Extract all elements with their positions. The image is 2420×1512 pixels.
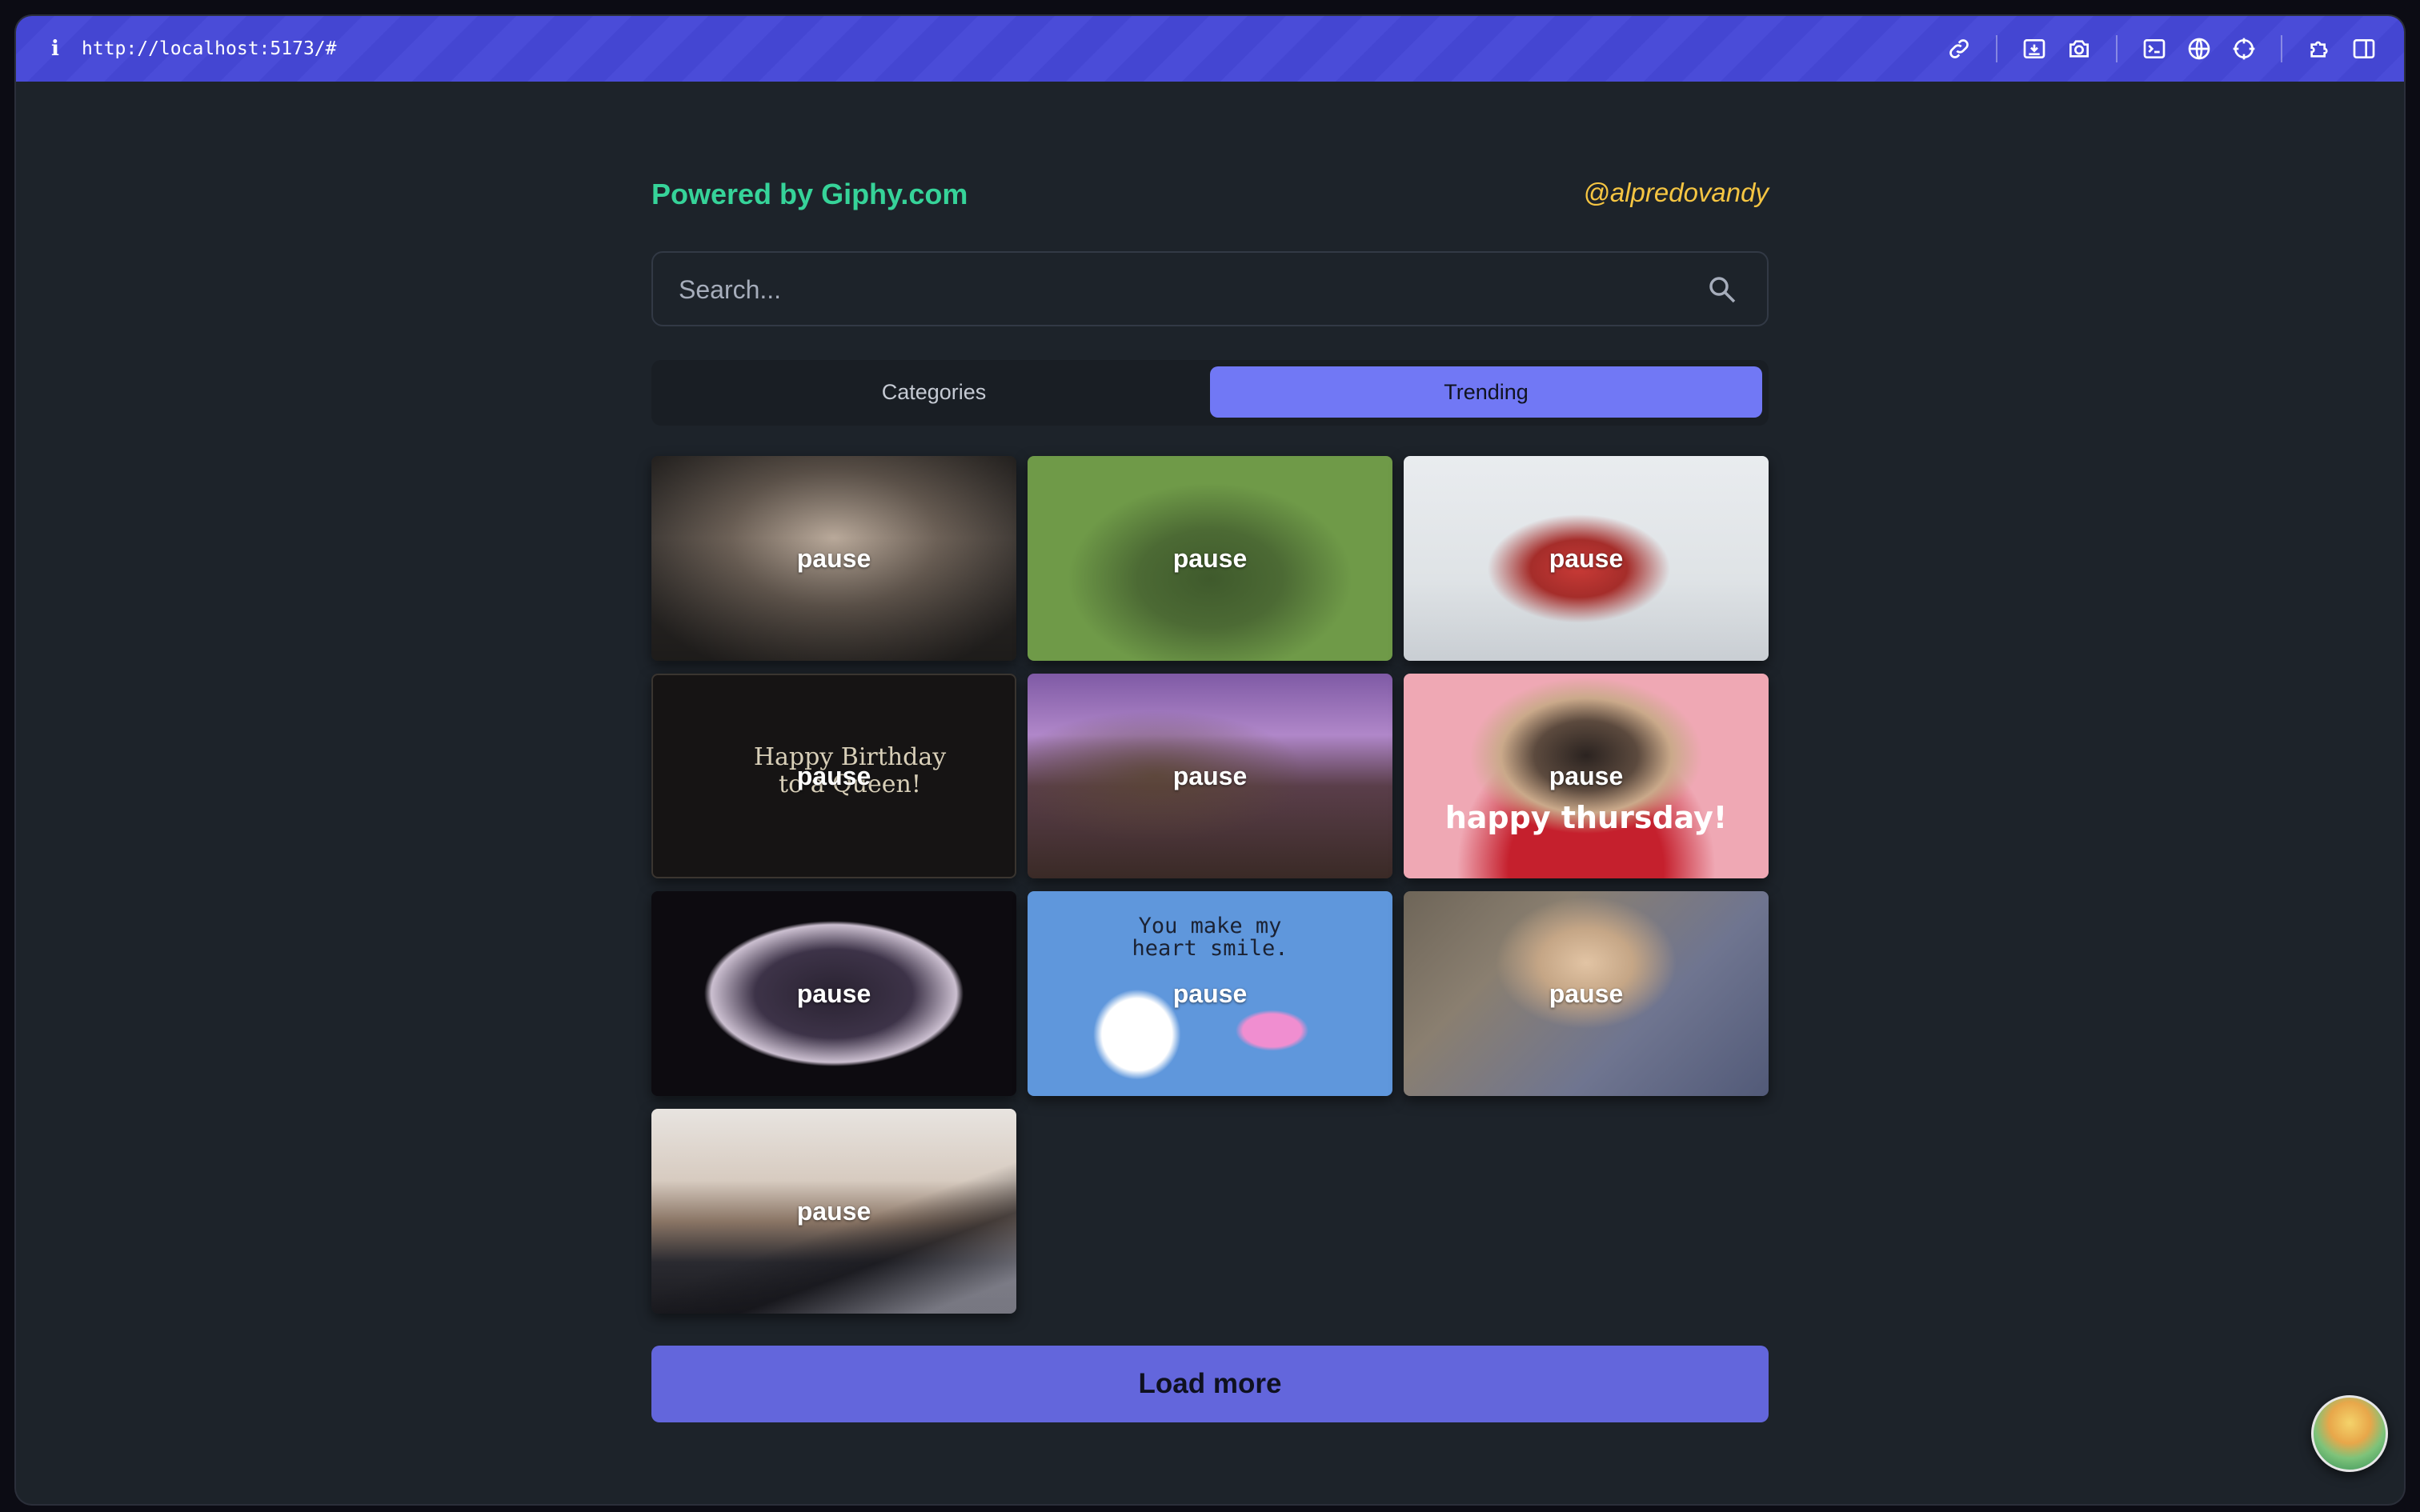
gif-caption: You make my heart smile.: [1132, 914, 1288, 961]
address-bar-url[interactable]: http://localhost:5173/#: [82, 38, 337, 59]
extension-icon[interactable]: [2297, 26, 2342, 71]
globe-icon[interactable]: [2177, 26, 2222, 71]
gif-tile[interactable]: pause: [651, 1109, 1016, 1314]
link-icon[interactable]: [1937, 26, 1981, 71]
gif-tile[interactable]: pause: [1404, 891, 1769, 1096]
pause-label[interactable]: pause: [797, 762, 871, 791]
gif-tile[interactable]: pause: [1028, 456, 1392, 661]
search-icon[interactable]: [1706, 274, 1738, 306]
info-icon[interactable]: i: [46, 37, 64, 61]
gif-tile[interactable]: happy thursday! pause: [1404, 674, 1769, 878]
gif-tile[interactable]: pause: [651, 891, 1016, 1096]
pause-label[interactable]: pause: [1173, 762, 1247, 791]
toolbar-icons: [1937, 16, 2386, 82]
toolbar-divider: [2116, 35, 2118, 62]
terminal-icon[interactable]: [2132, 26, 2177, 71]
pause-label[interactable]: pause: [1173, 544, 1247, 574]
pause-label[interactable]: pause: [1549, 979, 1623, 1009]
pause-label[interactable]: pause: [797, 979, 871, 1009]
toolbar-divider: [2281, 35, 2282, 62]
page-header: Powered by Giphy.com @alpredovandy: [651, 178, 1769, 218]
powered-by-title: Powered by Giphy.com: [651, 178, 968, 210]
pause-label[interactable]: pause: [1549, 762, 1623, 791]
sidebar-icon[interactable]: [2342, 26, 2386, 71]
camera-icon[interactable]: [2057, 26, 2101, 71]
tab-categories[interactable]: Categories: [658, 366, 1210, 418]
gif-tile[interactable]: pause: [1028, 674, 1392, 878]
floating-avatar-button[interactable]: [2311, 1395, 2388, 1472]
tab-bar: Categories Trending: [651, 360, 1769, 426]
gif-tile[interactable]: pause: [651, 456, 1016, 661]
pause-label[interactable]: pause: [797, 544, 871, 574]
search-box: [651, 251, 1769, 326]
pause-label[interactable]: pause: [1549, 544, 1623, 574]
pause-label[interactable]: pause: [1173, 979, 1247, 1009]
gif-tile[interactable]: You make my heart smile. pause: [1028, 891, 1392, 1096]
toolbar-divider: [1996, 35, 1997, 62]
tab-trending[interactable]: Trending: [1210, 366, 1762, 418]
browser-topbar: i http://localhost:5173/#: [16, 16, 2404, 82]
gif-tile[interactable]: Happy Birthday to a Queen! pause: [651, 674, 1016, 878]
author-handle-link[interactable]: @alpredovandy: [1583, 178, 1769, 208]
pause-label[interactable]: pause: [797, 1197, 871, 1226]
crosshair-icon[interactable]: [2222, 26, 2266, 71]
search-input[interactable]: [677, 253, 1681, 326]
browser-window: i http://localhost:5173/# Powered by Gip…: [16, 16, 2404, 1504]
gif-caption: happy thursday!: [1444, 800, 1728, 835]
gif-tile[interactable]: pause: [1404, 456, 1769, 661]
save-page-icon[interactable]: [2012, 26, 2057, 71]
load-more-button[interactable]: Load more: [651, 1346, 1769, 1422]
